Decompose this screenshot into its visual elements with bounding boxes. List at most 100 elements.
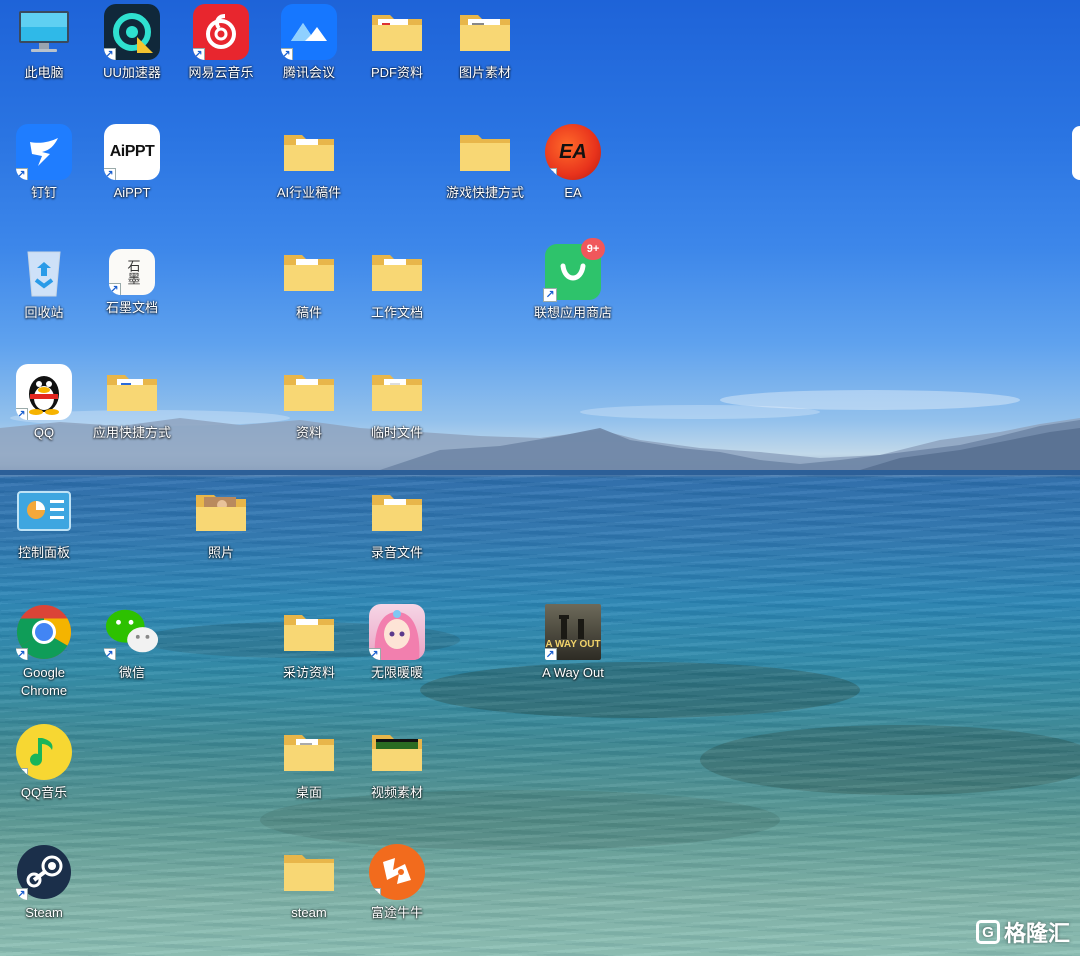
icon-label: 应用快捷方式 <box>92 425 171 440</box>
icon-label: 临时文件 <box>370 425 423 440</box>
icon-label: 无限暖暖 <box>370 665 423 680</box>
desktop-icon-pictures-folder[interactable]: 图片素材 <box>441 4 529 82</box>
shortcut-arrow-icon: ↗ <box>369 888 381 900</box>
desktop-icon-recycle-bin[interactable]: 回收站 <box>0 244 88 322</box>
recycle-bin-icon <box>16 244 72 300</box>
desktop-icon-ai-drafts-folder[interactable]: AI行业稿件 <box>265 124 353 202</box>
desktop-icon-infinity-nikki[interactable]: ↗ 无限暖暖 <box>353 604 441 682</box>
desktop-icon-app-shortcuts-folder[interactable]: 应用快捷方式 <box>88 364 176 442</box>
shortcut-arrow-icon: ↗ <box>16 648 28 660</box>
shortcut-arrow-icon: ↗ <box>193 48 205 60</box>
folder-icon <box>281 244 337 300</box>
desktop-icon-tencent-meeting[interactable]: ↗ 腾讯会议 <box>265 4 353 82</box>
wechat-icon: ↗ <box>104 604 160 660</box>
desktop-icon-shimo-docs[interactable]: 石墨 ↗ 石墨文档 <box>88 244 176 317</box>
desktop-icon-recordings-folder[interactable]: 录音文件 <box>353 484 441 562</box>
desktop-icon-photos-folder[interactable]: 照片 <box>177 484 265 562</box>
desktop-icon-video-assets-folder[interactable]: 视频素材 <box>353 724 441 802</box>
desktop-icon-drafts-folder[interactable]: 稿件 <box>265 244 353 322</box>
desktop-icon-game-shortcuts-folder[interactable]: 游戏快捷方式 <box>441 124 529 202</box>
desktop-icon-steam-folder[interactable]: steam <box>265 844 353 922</box>
dingtalk-icon: ↗ <box>16 124 72 180</box>
shortcut-arrow-icon: ↗ <box>16 888 28 900</box>
icon-label: 微信 <box>118 665 145 680</box>
desktop-icon-control-panel[interactable]: 控制面板 <box>0 484 88 562</box>
desktop-icon-google-chrome[interactable]: ↗ Google Chrome <box>0 604 88 700</box>
a-way-out-icon: A WAY OUT ↗ <box>545 604 601 660</box>
shortcut-arrow-icon: ↗ <box>545 168 557 180</box>
icon-label: EA <box>564 185 582 200</box>
aippt-icon: AiPPT ↗ <box>104 124 160 180</box>
aippt-logo-text: AiPPT <box>109 143 155 160</box>
desktop-icon-aippt[interactable]: AiPPT ↗ AiPPT <box>88 124 176 202</box>
desktop-icon-work-docs-folder[interactable]: 工作文档 <box>353 244 441 322</box>
watermark-text: 格隆汇 <box>1003 921 1070 946</box>
watermark-logo: G 格隆汇 <box>975 916 1070 948</box>
desktop-icon-wechat[interactable]: ↗ 微信 <box>88 604 176 682</box>
partial-offscreen-icon[interactable] <box>1072 126 1080 180</box>
qq-penguin-icon: ↗ <box>16 364 72 420</box>
desktop-icon-dingtalk[interactable]: ↗ 钉钉 <box>0 124 88 202</box>
folder-icon <box>193 484 249 540</box>
folder-icon <box>369 364 425 420</box>
folder-icon <box>281 364 337 420</box>
icon-label: 石墨文档 <box>105 300 158 315</box>
icon-label: AI行业稿件 <box>276 185 342 200</box>
shortcut-arrow-icon: ↗ <box>16 168 28 180</box>
shortcut-arrow-icon: ↗ <box>104 48 116 60</box>
icon-label: 图片素材 <box>458 65 511 80</box>
desktop-wallpaper[interactable]: 此电脑 ↗ UU加速器 ↗ 网易云音乐 ↗ 腾讯会议 PDF资料 图片素材 ↗ … <box>0 0 1080 956</box>
folder-icon <box>369 484 425 540</box>
desktop-icon-netease-music[interactable]: ↗ 网易云音乐 <box>177 4 265 82</box>
folder-icon <box>457 4 513 60</box>
desktop-icon-lenovo-store[interactable]: 9+ ↗ 联想应用商店 <box>529 238 617 322</box>
folder-icon <box>369 724 425 780</box>
desktop-icon-pdf-folder[interactable]: PDF资料 <box>353 4 441 82</box>
icon-label: PDF资料 <box>370 65 423 80</box>
tencent-meeting-icon: ↗ <box>281 4 337 60</box>
icon-label: Steam <box>25 905 63 920</box>
desktop-icon-this-pc[interactable]: 此电脑 <box>0 4 88 82</box>
icon-label: 回收站 <box>24 305 64 320</box>
folder-icon <box>281 724 337 780</box>
shimo-logo-text: 石墨 <box>124 259 140 285</box>
icon-label: UU加速器 <box>103 65 161 80</box>
lenovo-store-icon: 9+ ↗ <box>543 238 605 302</box>
icon-label: 钉钉 <box>30 185 57 200</box>
icon-label: Google Chrome <box>20 665 68 698</box>
folder-icon <box>369 244 425 300</box>
desktop-icon-qq-music[interactable]: ↗ QQ音乐 <box>0 724 88 802</box>
shortcut-arrow-icon: ↗ <box>16 408 28 420</box>
shortcut-arrow-icon: ↗ <box>109 283 121 295</box>
futu-niuniu-icon: ↗ <box>369 844 425 900</box>
icon-label: 稿件 <box>295 305 322 320</box>
shortcut-arrow-icon: ↗ <box>369 648 381 660</box>
folder-icon <box>281 604 337 660</box>
water-texture <box>0 475 1080 956</box>
desktop-icon-temp-files-folder[interactable]: 临时文件 <box>353 364 441 442</box>
shortcut-arrow-icon: ↗ <box>281 48 293 60</box>
ea-icon: EA ↗ <box>545 124 601 180</box>
desktop-icon-futu-niuniu[interactable]: ↗ 富途牛牛 <box>353 844 441 922</box>
icon-label: 录音文件 <box>370 545 423 560</box>
folder-icon <box>457 124 513 180</box>
desktop-icon-interviews-folder[interactable]: 采访资料 <box>265 604 353 682</box>
chrome-icon: ↗ <box>16 604 72 660</box>
ea-logo-text: EA <box>559 140 587 163</box>
desktop-icon-uu-accelerator[interactable]: ↗ UU加速器 <box>88 4 176 82</box>
icon-label: AiPPT <box>113 185 151 200</box>
desktop-icon-ea[interactable]: EA ↗ EA <box>529 124 617 202</box>
infinity-nikki-icon: ↗ <box>369 604 425 660</box>
icon-label: 照片 <box>207 545 234 560</box>
desktop-icon-a-way-out[interactable]: A WAY OUT ↗ A Way Out <box>529 604 617 682</box>
icon-label: A Way Out <box>542 665 604 680</box>
shortcut-arrow-icon: ↗ <box>104 168 116 180</box>
uu-accelerator-icon: ↗ <box>104 4 160 60</box>
icon-label: 采访资料 <box>282 665 335 680</box>
control-panel-icon <box>16 484 72 540</box>
desktop-icon-materials-folder[interactable]: 资料 <box>265 364 353 442</box>
desktop-icon-desktop-folder[interactable]: 桌面 <box>265 724 353 802</box>
desktop-icon-qq[interactable]: ↗ QQ <box>0 364 88 442</box>
desktop-icon-steam[interactable]: ↗ Steam <box>0 844 88 922</box>
netease-music-icon: ↗ <box>193 4 249 60</box>
